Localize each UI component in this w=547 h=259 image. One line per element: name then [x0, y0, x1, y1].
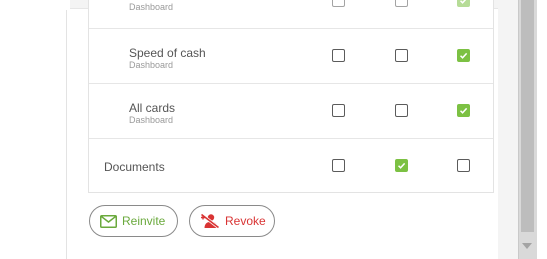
permission-checkbox-edit[interactable] — [395, 159, 408, 172]
reinvite-label: Reinvite — [122, 214, 166, 228]
vertical-scrollbar[interactable] — [518, 0, 537, 259]
permission-checkbox-edit[interactable] — [395, 49, 408, 62]
revoke-label: Revoke — [225, 214, 266, 228]
table-row: Dashboard — [89, 0, 493, 29]
scroll-down-arrow-icon[interactable] — [522, 243, 532, 249]
permission-checkbox-admin[interactable] — [457, 104, 470, 117]
left-margin — [0, 0, 70, 259]
permission-checkbox-view[interactable] — [332, 104, 345, 117]
panel-edge — [66, 10, 67, 259]
row-subtitle: Dashboard — [129, 60, 174, 70]
scrollbar-thumb[interactable] — [521, 0, 534, 232]
permission-checkbox-admin[interactable] — [457, 0, 470, 7]
permissions-table: Dashboard Speed of cash Dashboard All ca… — [88, 0, 494, 193]
permission-checkbox-edit[interactable] — [395, 0, 408, 7]
permission-checkbox-view[interactable] — [332, 49, 345, 62]
right-gutter — [498, 0, 518, 259]
row-title: Documents — [104, 160, 165, 174]
row-subtitle: Dashboard — [129, 2, 174, 12]
permission-checkbox-edit[interactable] — [395, 104, 408, 117]
table-row: Documents — [89, 139, 493, 193]
revoke-button[interactable]: Revoke — [189, 205, 275, 237]
row-subtitle: Dashboard — [129, 115, 174, 125]
user-permissions-panel: Dashboard Speed of cash Dashboard All ca… — [0, 0, 547, 259]
permission-checkbox-view[interactable] — [332, 0, 345, 7]
window-edge — [537, 0, 547, 259]
row-title: Speed of cash — [129, 46, 206, 60]
table-row: All cards Dashboard — [89, 84, 493, 139]
permission-checkbox-view[interactable] — [332, 159, 345, 172]
permission-checkbox-admin[interactable] — [457, 159, 470, 172]
permission-checkbox-admin[interactable] — [457, 49, 470, 62]
row-title: All cards — [129, 101, 176, 115]
reinvite-button[interactable]: Reinvite — [89, 205, 178, 237]
remove-user-icon — [200, 213, 220, 229]
envelope-icon — [100, 214, 117, 228]
table-row: Speed of cash Dashboard — [89, 29, 493, 84]
